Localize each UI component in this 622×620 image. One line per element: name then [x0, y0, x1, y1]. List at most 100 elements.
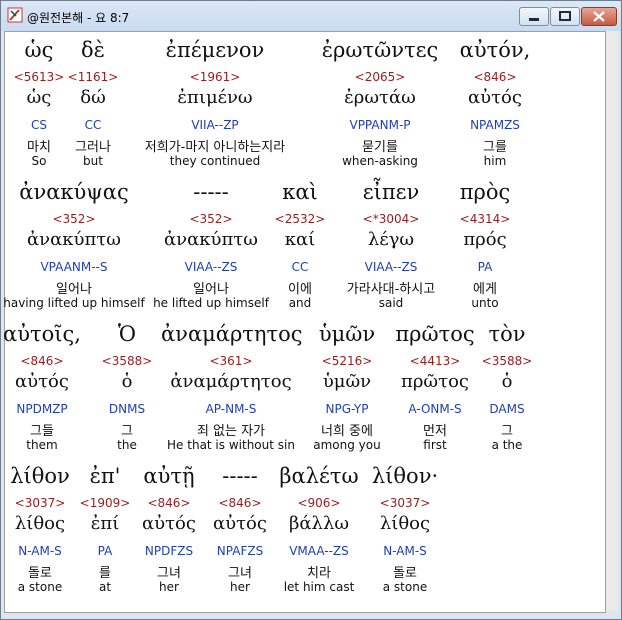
korean-gloss: 저희가-마지 아니하는지라 — [144, 140, 286, 155]
english-gloss: her — [230, 580, 250, 594]
strong-number[interactable]: <846> — [435, 70, 555, 84]
greek-word: καὶ — [282, 180, 318, 204]
lemma: ἐπιμένω — [177, 87, 253, 108]
lemma: λέγω — [367, 229, 415, 250]
parsing-code: DNMS — [108, 402, 146, 416]
lemma: ὑμῶν — [322, 371, 372, 392]
strong-number[interactable]: <3588> — [467, 354, 547, 368]
greek-word: ----- — [193, 180, 229, 204]
parsing-code: PA — [477, 260, 493, 274]
korean-gloss: 에게 — [473, 282, 497, 297]
parsing-code: VIAA--ZS — [364, 260, 418, 274]
english-gloss: the — [117, 438, 137, 452]
parsing-code: NPAFZS — [216, 544, 264, 558]
lemma: βάλλω — [288, 513, 350, 534]
maximize-button[interactable] — [550, 7, 580, 26]
lemma: ἀναμάρτητος — [170, 371, 292, 392]
greek-word: ----- — [222, 464, 258, 488]
parsing-code: NPDFZS — [144, 544, 194, 558]
greek-word: πρὸς — [459, 180, 511, 204]
english-gloss: among you — [313, 438, 381, 452]
strong-number[interactable]: <846> — [129, 496, 209, 510]
strong-number[interactable]: <846> — [200, 496, 280, 510]
greek-word: εἶπεν — [362, 180, 420, 204]
strong-number[interactable]: <361> — [161, 354, 301, 368]
korean-gloss: 묻기를 — [362, 140, 398, 155]
english-gloss: a stone — [382, 580, 428, 594]
strong-number[interactable]: <846> — [0, 354, 92, 368]
english-gloss: let him cast — [283, 580, 355, 594]
app-icon — [7, 7, 23, 23]
strong-number[interactable]: <3588> — [87, 354, 167, 368]
korean-gloss: 그 — [121, 424, 133, 439]
korean-gloss: 가라사대-하시고 — [346, 282, 436, 297]
parsing-code: VPPANM-P — [349, 118, 411, 132]
parsing-code: NPDMZP — [16, 402, 68, 416]
lemma: καί — [284, 229, 316, 250]
korean-gloss: 그녀 — [228, 566, 252, 581]
english-gloss: and — [288, 296, 312, 310]
parsing-code: VIIA--ZP — [191, 118, 239, 132]
korean-gloss: 너희 중에 — [321, 424, 373, 439]
korean-gloss: 죄 없는 자가 — [196, 424, 266, 439]
strong-number[interactable]: <2532> — [260, 212, 340, 226]
english-gloss: them — [26, 438, 58, 452]
parsing-code: N-AM-S — [383, 544, 427, 558]
lemma: λίθος — [379, 513, 431, 534]
parsing-code: VPAANM--S — [40, 260, 108, 274]
vertical-scrollbar[interactable] — [606, 31, 618, 611]
greek-word: ἐρωτῶντες — [321, 38, 439, 62]
parsing-code: CC — [291, 260, 309, 274]
parsing-code: NPG-YP — [325, 402, 369, 416]
lemma: ὁ — [501, 371, 513, 392]
close-button[interactable] — [581, 7, 617, 26]
english-gloss: he lifted up himself — [153, 296, 269, 310]
lemma: ἀνακύπτω — [164, 229, 258, 250]
minimize-button[interactable] — [519, 7, 549, 26]
english-gloss: said — [378, 296, 404, 310]
greek-word: Ὁ — [117, 322, 137, 346]
strong-number[interactable]: <3037> — [355, 496, 455, 510]
strong-number[interactable]: <2065> — [315, 70, 445, 84]
korean-gloss: 치라 — [307, 566, 331, 581]
greek-word: λίθον· — [371, 464, 439, 488]
strong-number[interactable]: <*3004> — [331, 212, 451, 226]
korean-gloss: 일어나 — [56, 282, 92, 297]
parsing-code: DAMS — [489, 402, 525, 416]
window-title: @원전본해 - 요 8:7 — [27, 11, 130, 25]
korean-gloss: 그녀 — [157, 566, 181, 581]
lemma: ὁ — [121, 371, 133, 392]
strong-number[interactable]: <352> — [2, 212, 146, 226]
korean-gloss: 그를 — [483, 140, 507, 155]
strong-number[interactable]: <352> — [148, 212, 274, 226]
parsing-code: VIAA--ZS — [184, 260, 238, 274]
strong-number[interactable]: <1961> — [115, 70, 315, 84]
lemma: πρός — [463, 229, 507, 250]
korean-gloss: 이에 — [288, 282, 312, 297]
parsing-code: VMAA--ZS — [289, 544, 349, 558]
maximize-icon — [559, 11, 571, 21]
greek-word: βαλέτω — [279, 464, 359, 488]
english-gloss: He that is without sin — [167, 438, 295, 452]
lemma: αὐτός — [213, 513, 267, 534]
app-window: @원전본해 - 요 8:7 ὡς <5613> ὡς CS 마치 So δὲ <… — [0, 0, 622, 620]
parsing-code: NPAMZS — [470, 118, 520, 132]
title-bar[interactable]: @원전본해 - 요 8:7 — [1, 1, 621, 31]
english-gloss: having lifted up himself — [3, 296, 145, 310]
strong-number[interactable]: <5216> — [297, 354, 397, 368]
greek-word: αὐτῇ — [143, 464, 195, 488]
close-icon — [593, 11, 605, 22]
strong-number[interactable]: <4314> — [445, 212, 525, 226]
greek-word: ἀναμάρτητος — [161, 322, 303, 346]
english-gloss: him — [483, 154, 507, 168]
parsing-code: AP-NM-S — [205, 402, 257, 416]
english-gloss: they continued — [169, 154, 261, 168]
lemma: αὐτός — [142, 513, 196, 534]
greek-word: αὐτοῖς, — [3, 322, 81, 346]
greek-word: τὸν — [488, 322, 526, 346]
strong-number[interactable]: <906> — [269, 496, 369, 510]
greek-word: ἐπέμενον — [165, 38, 265, 62]
korean-gloss: 그 — [501, 424, 513, 439]
interlinear-panel[interactable]: ὡς <5613> ὡς CS 마치 So δὲ <1161> δώ CC 그러… — [2, 31, 606, 613]
english-gloss: when-asking — [342, 154, 418, 168]
